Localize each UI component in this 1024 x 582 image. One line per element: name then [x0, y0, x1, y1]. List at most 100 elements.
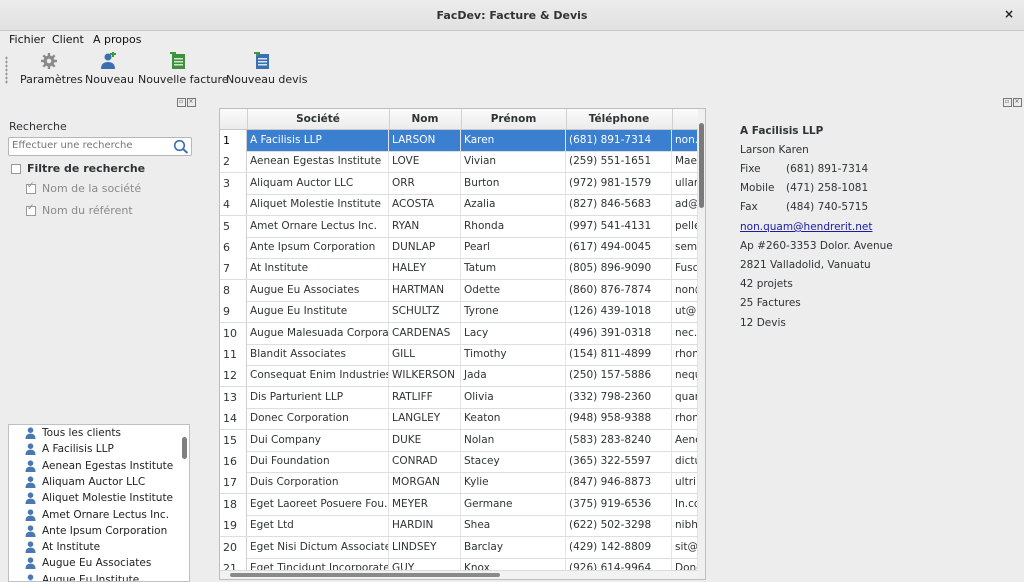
table-cell[interactable]: Lacy — [461, 322, 566, 344]
nouveau-devis-button[interactable]: Nouveau devis — [226, 50, 307, 90]
table-cell[interactable]: Aenean Egestas Institute — [247, 151, 389, 173]
table-row[interactable]: 13 Dis Parturient LLP RATLIFF Olivia (332) 7… — [220, 386, 698, 409]
scrollbar-thumb[interactable] — [182, 437, 187, 459]
table-cell[interactable]: Odette — [461, 279, 566, 301]
table-vertical-scrollbar[interactable] — [698, 109, 705, 579]
parametres-button[interactable]: Paramètres — [20, 50, 83, 90]
table-cell[interactable]: nibh. — [672, 515, 698, 537]
table-cell[interactable]: (375) 919-6536 — [566, 493, 672, 515]
column-header[interactable]: Nom — [389, 109, 462, 129]
table-cell[interactable]: (496) 391-0318 — [566, 322, 672, 344]
table-row[interactable]: 3 Aliquam Auctor LLC ORR Burton (972) 981-15… — [220, 172, 698, 195]
table-cell[interactable]: (154) 811-4899 — [566, 344, 672, 365]
table-cell[interactable]: (847) 946-8873 — [566, 472, 672, 494]
table-cell[interactable]: ut@ — [672, 301, 698, 323]
table-cell[interactable]: sit@ — [672, 536, 698, 558]
table-cell[interactable]: nec. — [672, 322, 698, 344]
menu-client[interactable]: Client — [52, 33, 84, 46]
nouvelle-facture-button[interactable]: Nouvelle facture — [138, 50, 229, 90]
table-cell[interactable]: Fusc — [672, 258, 698, 280]
table-cell[interactable]: HARDIN — [389, 515, 461, 537]
table-cell[interactable]: Tyrone — [461, 301, 566, 323]
menu-fichier[interactable]: Fichier — [9, 33, 45, 46]
table-cell[interactable]: Keaton — [461, 408, 566, 430]
table-cell[interactable]: Dui Foundation — [247, 451, 389, 472]
table-cell[interactable]: Azalia — [461, 194, 566, 216]
table-cell[interactable]: (622) 502-3298 — [566, 515, 672, 537]
table-cell[interactable]: At Institute — [247, 258, 389, 280]
table-cell[interactable]: (972) 981-1579 — [566, 172, 672, 194]
table-cell[interactable]: (126) 439-1018 — [566, 301, 672, 323]
table-row[interactable]: 8 Augue Eu Associates HARTMAN Odette (860) 8… — [220, 279, 698, 302]
table-cell[interactable]: Aene — [672, 429, 698, 451]
table-cell[interactable]: Olivia — [461, 386, 566, 408]
table-cell[interactable]: rhon — [672, 408, 698, 430]
client-list-item[interactable]: Ante Ipsum Corporation — [25, 523, 167, 539]
table-row[interactable]: 16 Dui Foundation CONRAD Stacey (365) 322-55… — [220, 451, 698, 473]
table-cell[interactable]: ad@ — [672, 194, 698, 216]
table-cell[interactable]: Blandit Associates — [247, 344, 389, 365]
table-cell[interactable]: Augue Malesuada Corpora… — [247, 322, 389, 344]
table-row[interactable]: 14 Donec Corporation LANGLEY Keaton (948) 95… — [220, 408, 698, 431]
table-cell[interactable]: (250) 157-5886 — [566, 365, 672, 387]
table-row[interactable]: 5 Amet Ornare Lectus Inc. RYAN Rhonda (997) … — [220, 215, 698, 238]
table-row[interactable]: 4 Aliquet Molestie Institute ACOSTA Azalia(… — [220, 194, 698, 217]
table-cell[interactable]: Tatum — [461, 258, 566, 280]
table-row[interactable]: 17 Duis Corporation MORGAN Kylie (847) 946-8… — [220, 472, 698, 495]
table-cell[interactable]: Dui Company — [247, 429, 389, 451]
table-cell[interactable]: ullar — [672, 172, 698, 194]
table-cell[interactable]: Augue Eu Associates — [247, 279, 389, 301]
table-cell[interactable]: LARSON — [389, 130, 461, 151]
table-cell[interactable]: Eget Laoreet Posuere Fou… — [247, 493, 389, 515]
client-list-item[interactable]: A Facilisis LLP — [25, 441, 114, 457]
table-cell[interactable]: CONRAD — [389, 451, 461, 472]
table-cell[interactable]: HALEY — [389, 258, 461, 280]
email-link[interactable]: non.quam@hendrerit.net — [740, 221, 872, 233]
client-list-item[interactable]: Augue Eu Associates — [25, 555, 151, 571]
table-cell[interactable]: (429) 142-8809 — [566, 536, 672, 558]
menu-a-propos[interactable]: A propos — [93, 33, 141, 46]
table-cell[interactable]: Eget Ltd — [247, 515, 389, 537]
client-list-item[interactable]: Tous les clients — [25, 425, 121, 441]
table-cell[interactable]: Duis Corporation — [247, 472, 389, 494]
column-header[interactable]: Téléphone — [566, 109, 673, 129]
nouveau-button[interactable]: Nouveau — [85, 50, 134, 90]
table-cell[interactable]: Amet Ornare Lectus Inc. — [247, 215, 389, 237]
dock-close-icon[interactable]: × — [187, 98, 196, 107]
table-cell[interactable]: Jada — [461, 365, 566, 387]
table-row[interactable]: 18 Eget Laoreet Posuere Fou… MEYER Germane(… — [220, 493, 698, 516]
scrollbar-thumb[interactable] — [699, 123, 704, 208]
checkbox-box[interactable] — [11, 163, 21, 174]
dock-close-icon[interactable]: × — [1013, 98, 1022, 107]
table-cell[interactable]: dictu — [672, 451, 698, 472]
table-cell[interactable]: LANGLEY — [389, 408, 461, 430]
table-cell[interactable]: Mae — [672, 151, 698, 173]
filter-societe-checkbox[interactable]: Nom de la société — [26, 181, 141, 195]
table-cell[interactable]: Ante Ipsum Corporation — [247, 237, 389, 258]
table-cell[interactable]: A Facilisis LLP — [247, 130, 389, 151]
column-header[interactable] — [672, 109, 699, 129]
close-window-button[interactable]: × — [1004, 7, 1014, 21]
table-cell[interactable]: LOVE — [389, 151, 461, 173]
table-row[interactable]: 9 Augue Eu Institute SCHULTZ Tyrone (126) 43… — [220, 301, 698, 324]
table-cell[interactable]: (997) 541-4131 — [566, 215, 672, 237]
table-cell[interactable]: Aliquam Auctor LLC — [247, 172, 389, 194]
client-list-item[interactable]: Augue Eu Institute — [25, 572, 139, 581]
column-header[interactable]: Prénom — [461, 109, 567, 129]
table-cell[interactable]: CARDENAS — [389, 322, 461, 344]
table-row[interactable]: 11 Blandit Associates GILL Timothy (154) 811… — [220, 344, 698, 366]
table-cell[interactable]: MORGAN — [389, 472, 461, 494]
table-cell[interactable]: non@ — [672, 279, 698, 301]
table-cell[interactable]: Nolan — [461, 429, 566, 451]
table-cell[interactable]: Kylie — [461, 472, 566, 494]
dock-float-icon[interactable]: ▫ — [1003, 98, 1012, 107]
table-cell[interactable]: Consequat Enim Industries — [247, 365, 389, 387]
table-cell[interactable]: SCHULTZ — [389, 301, 461, 323]
table-cell[interactable]: pelle — [672, 215, 698, 237]
toolbar-grip[interactable] — [5, 56, 8, 84]
client-list-item[interactable]: At Institute — [25, 539, 100, 555]
table-cell[interactable]: Donec Corporation — [247, 408, 389, 430]
table-cell[interactable]: Aliquet Molestie Institute — [247, 194, 389, 216]
table-cell[interactable]: Timothy — [461, 344, 566, 365]
table-row[interactable]: 7 At Institute HALEY Tatum (805) 896-9090 Fus… — [220, 258, 698, 281]
